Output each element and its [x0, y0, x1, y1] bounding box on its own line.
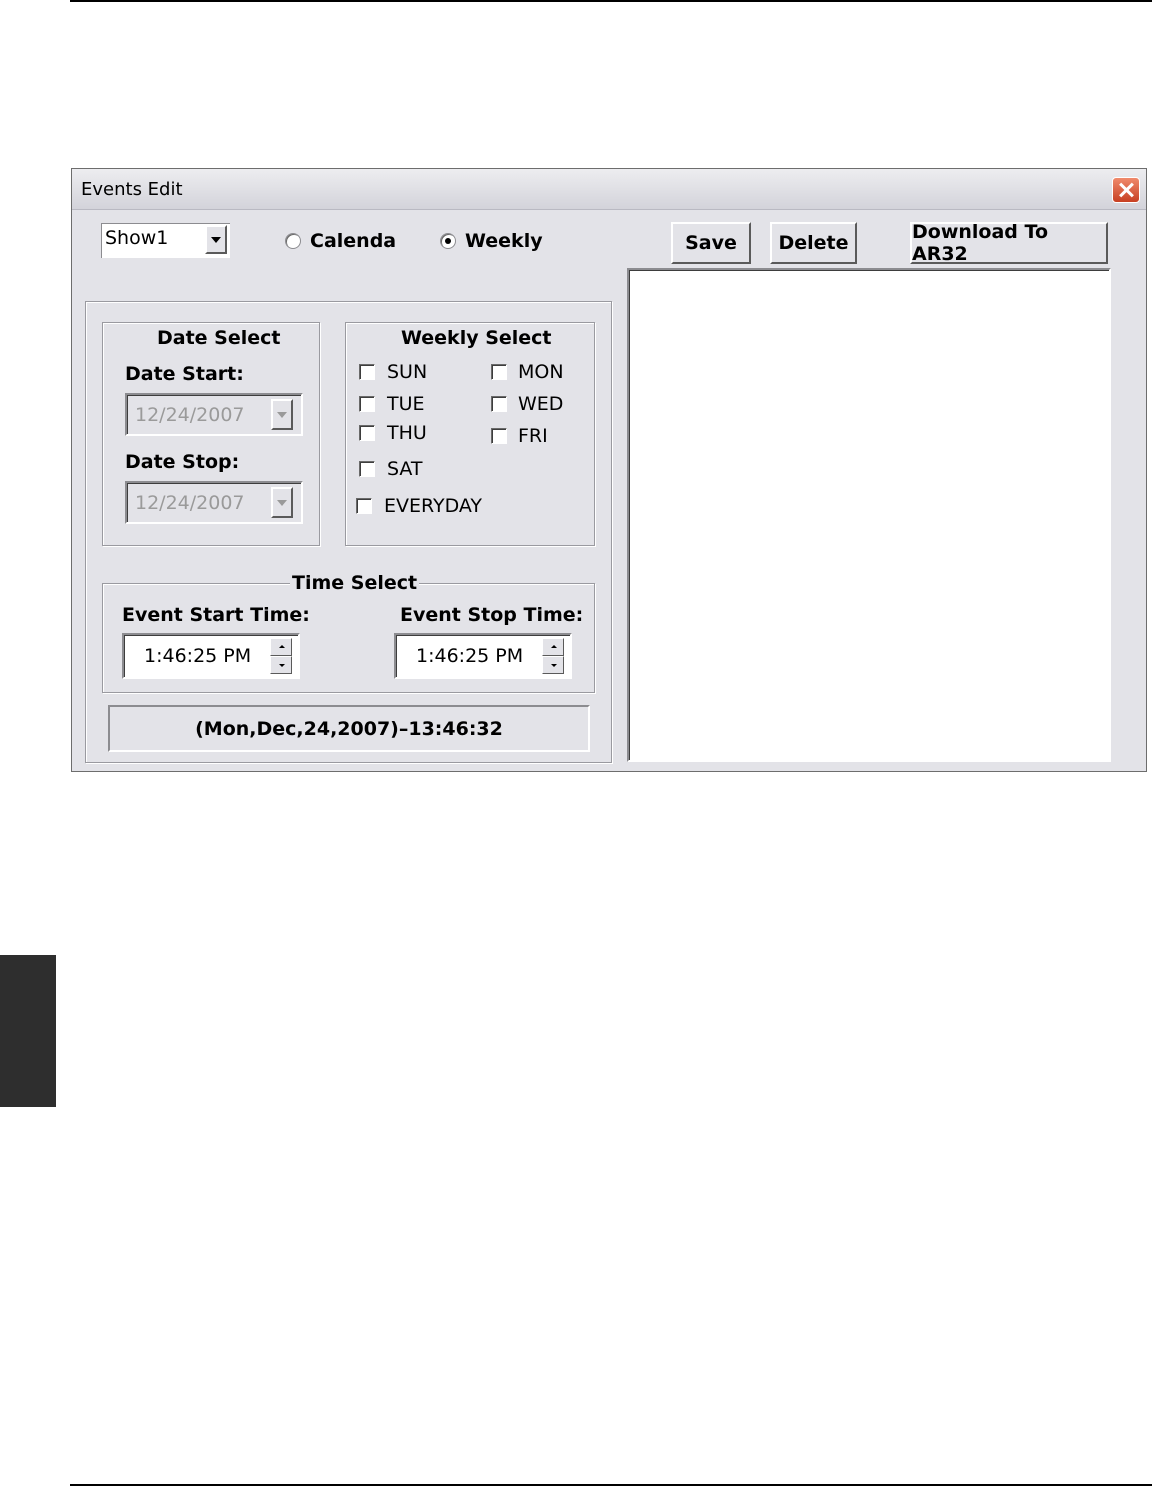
event-start-time-spinner[interactable]: [270, 638, 294, 674]
event-start-time-label: Event Start Time:: [122, 604, 310, 626]
spin-down-icon[interactable]: [542, 656, 564, 674]
wed-label: WED: [518, 393, 564, 415]
show-select-dropdown-button[interactable]: [205, 225, 227, 254]
chapter-side-tab: [0, 955, 56, 1107]
date-stop-label: Date Stop:: [125, 451, 240, 473]
date-start-label: Date Start:: [125, 363, 244, 385]
everyday-label: EVERYDAY: [384, 495, 483, 517]
weekly-radio[interactable]: [440, 233, 456, 249]
date-stop-dropdown-button[interactable]: [271, 487, 293, 518]
everyday-checkbox[interactable]: [356, 498, 372, 514]
chevron-down-icon: [277, 499, 287, 506]
event-start-time-value: 1:46:25 PM: [144, 645, 252, 667]
download-button[interactable]: Download To AR32: [910, 221, 1108, 265]
time-select-legend: Time Select: [290, 572, 420, 594]
date-start-picker[interactable]: 12/24/2007: [125, 393, 303, 436]
chevron-down-icon: [277, 411, 287, 418]
close-icon[interactable]: [1112, 177, 1140, 203]
page-bottom-rule: [70, 1484, 1152, 1486]
spin-down-icon[interactable]: [270, 656, 292, 674]
status-clock: (Mon,Dec,24,2007)–13:46:32: [108, 705, 590, 752]
status-clock-text: (Mon,Dec,24,2007)–13:46:32: [195, 717, 503, 740]
show-select-value: Show1: [105, 227, 169, 249]
spin-up-icon[interactable]: [542, 638, 564, 656]
page-top-rule: [70, 0, 1152, 2]
sun-label: SUN: [387, 361, 428, 383]
mon-label: MON: [518, 361, 564, 383]
sun-checkbox[interactable]: [359, 364, 375, 380]
event-stop-time-value: 1:46:25 PM: [416, 645, 524, 667]
date-select-legend: Date Select: [155, 327, 283, 349]
spin-up-icon[interactable]: [270, 638, 292, 656]
thu-checkbox[interactable]: [359, 425, 375, 441]
date-start-dropdown-button[interactable]: [271, 399, 293, 430]
sat-checkbox[interactable]: [359, 461, 375, 477]
date-start-value: 12/24/2007: [135, 404, 245, 426]
weekly-radio-label: Weekly: [465, 230, 543, 252]
window-title: Events Edit: [81, 179, 183, 200]
show-select[interactable]: Show1: [101, 223, 230, 258]
mon-checkbox[interactable]: [491, 364, 507, 380]
tue-checkbox[interactable]: [359, 396, 375, 412]
fri-checkbox[interactable]: [491, 428, 507, 444]
thu-label: THU: [387, 422, 427, 444]
weekly-select-legend: Weekly Select: [399, 327, 554, 349]
date-stop-value: 12/24/2007: [135, 492, 245, 514]
events-list[interactable]: [627, 268, 1111, 762]
calendar-radio-label: Calenda: [310, 230, 397, 252]
wed-checkbox[interactable]: [491, 396, 507, 412]
event-stop-time-spinner[interactable]: [542, 638, 566, 674]
calendar-radio[interactable]: [285, 233, 301, 249]
save-button[interactable]: Save: [671, 222, 751, 264]
event-start-time-input[interactable]: 1:46:25 PM: [122, 633, 300, 679]
title-bar[interactable]: Events Edit: [72, 169, 1146, 210]
delete-button[interactable]: Delete: [770, 222, 857, 264]
event-stop-time-label: Event Stop Time:: [400, 604, 584, 626]
date-stop-picker[interactable]: 12/24/2007: [125, 481, 303, 524]
tue-label: TUE: [387, 393, 425, 415]
fri-label: FRI: [518, 425, 548, 447]
sat-label: SAT: [387, 458, 423, 480]
event-stop-time-input[interactable]: 1:46:25 PM: [394, 633, 572, 679]
chevron-down-icon: [211, 236, 221, 243]
